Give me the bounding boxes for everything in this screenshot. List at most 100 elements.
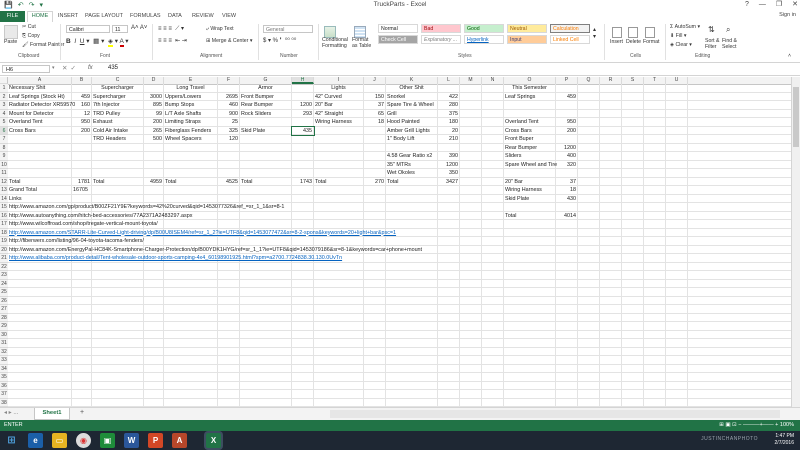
row-header-5[interactable]: 5 (0, 118, 8, 127)
align-horizontal-icons[interactable]: ≡ ≡ ≡ ⇤ ⇥ (158, 37, 187, 44)
row-header-17[interactable]: 17 (0, 220, 8, 229)
autosum-button[interactable]: Σ AutoSum ▾ (670, 24, 700, 30)
tab-review[interactable]: REVIEW (192, 12, 214, 21)
column-header-f[interactable]: F (218, 77, 240, 84)
number-format-select[interactable]: General (263, 25, 313, 33)
column-header-b[interactable]: B (72, 77, 92, 84)
find-select-button[interactable]: Find & Select (722, 38, 742, 50)
ie-icon[interactable]: e (28, 433, 43, 448)
sheet-tab-sheet1[interactable]: Sheet1 (34, 408, 70, 420)
format-cells-icon[interactable] (645, 27, 655, 38)
format-as-table-button[interactable]: Format as Table (352, 37, 374, 49)
format-cells-button[interactable]: Format (643, 39, 659, 45)
row-header-18[interactable]: 18 (0, 228, 8, 237)
row-header-26[interactable]: 26 (0, 296, 8, 305)
windows-start-icon[interactable]: ⊞ (4, 433, 19, 448)
row-header-22[interactable]: 22 (0, 262, 8, 271)
row-header-38[interactable]: 38 (0, 398, 8, 407)
row-header-12[interactable]: 12 (0, 177, 8, 186)
row-header-19[interactable]: 19 (0, 237, 8, 246)
delete-cells-button[interactable]: Delete (626, 39, 641, 45)
column-header-j[interactable]: J (364, 77, 386, 84)
column-header-l[interactable]: L (438, 77, 460, 84)
row-header-33[interactable]: 33 (0, 356, 8, 365)
row-header-31[interactable]: 31 (0, 339, 8, 348)
column-header-t[interactable]: T (644, 77, 666, 84)
column-header-h[interactable]: H (292, 77, 314, 84)
style-linked-cell[interactable]: Linked Cell (550, 35, 590, 44)
minimize-button[interactable]: — (759, 0, 766, 10)
style-calculation[interactable]: Calculation (550, 24, 590, 33)
column-header-q[interactable]: Q (578, 77, 600, 84)
styles-scroll-icon[interactable]: ▴ ▾ (593, 26, 596, 40)
word-icon[interactable]: W (124, 433, 139, 448)
link-4[interactable]: http://www.amazon.com/STARR-Lite-Curved-… (9, 229, 396, 238)
powerpoint-icon[interactable]: P (148, 433, 163, 448)
tab-formulas[interactable]: FORMULAS (130, 12, 161, 21)
close-button[interactable]: ✕ (792, 0, 798, 10)
column-header-p[interactable]: P (556, 77, 578, 84)
font-size-select[interactable]: 11 (112, 25, 128, 33)
row-header-8[interactable]: 8 (0, 143, 8, 152)
row-header-36[interactable]: 36 (0, 381, 8, 390)
vertical-scrollbar[interactable] (791, 77, 800, 407)
row-header-30[interactable]: 30 (0, 330, 8, 339)
sort-filter-button[interactable]: Sort & Filter (705, 38, 723, 50)
column-header-e[interactable]: E (164, 77, 218, 84)
row-header-23[interactable]: 23 (0, 271, 8, 280)
clear-button[interactable]: ◈ Clear ▾ (670, 42, 692, 48)
style-check-cell[interactable]: Check Cell (378, 35, 418, 44)
row-header-13[interactable]: 13 (0, 186, 8, 195)
paste-button[interactable]: Paste (4, 39, 17, 45)
insert-cells-button[interactable]: Insert (610, 39, 623, 45)
row-header-14[interactable]: 14 (0, 194, 8, 203)
row-header-7[interactable]: 7 (0, 135, 8, 144)
column-header-d[interactable]: D (144, 77, 164, 84)
horizontal-scrollbar[interactable] (330, 410, 780, 418)
column-header-m[interactable]: M (460, 77, 482, 84)
store-icon[interactable]: ▣ (100, 433, 115, 448)
chrome-icon[interactable]: ◉ (76, 433, 91, 448)
style-normal[interactable]: Normal (378, 24, 418, 33)
row-header-21[interactable]: 21 (0, 254, 8, 263)
row-header-9[interactable]: 9 (0, 152, 8, 161)
column-header-u[interactable]: U (666, 77, 688, 84)
style-good[interactable]: Good (464, 24, 504, 33)
column-header-g[interactable]: G (240, 77, 292, 84)
formula-cancel-enter-icons[interactable]: ✕✓ (62, 64, 79, 72)
tab-view[interactable]: VIEW (222, 12, 236, 21)
row-header-35[interactable]: 35 (0, 373, 8, 382)
font-style-buttons[interactable]: B I U ▾ ▦ ▾ ◈ ▾ A ▾ (66, 37, 129, 47)
grow-shrink-font-icon[interactable]: A˄ A˅ (131, 25, 147, 31)
insert-function-icon[interactable]: fx (88, 65, 93, 71)
column-header-i[interactable]: I (314, 77, 364, 84)
cut-button[interactable]: ✂ Cut (22, 24, 36, 30)
merge-center-button[interactable]: ⊞ Merge & Center ▾ (206, 38, 252, 44)
row-header-25[interactable]: 25 (0, 288, 8, 297)
acrobat-icon[interactable]: A (172, 433, 187, 448)
sort-filter-icon[interactable]: ⇅ (708, 25, 715, 34)
paste-icon[interactable] (4, 25, 18, 39)
row-header-27[interactable]: 27 (0, 305, 8, 314)
row-header-15[interactable]: 15 (0, 203, 8, 212)
name-box[interactable]: H6 (2, 65, 50, 73)
column-header-c[interactable]: C (92, 77, 144, 84)
tab-file[interactable]: FILE (0, 11, 25, 22)
row-header-6[interactable]: 6 (0, 126, 8, 135)
row-header-37[interactable]: 37 (0, 390, 8, 399)
row-header-2[interactable]: 2 (0, 92, 8, 101)
restore-button[interactable]: ❐ (776, 0, 782, 10)
row-header-1[interactable]: 1 (0, 84, 8, 93)
column-header-a[interactable]: A (8, 77, 72, 84)
excel-icon[interactable]: X (206, 433, 221, 448)
find-select-icon[interactable]: ⌕ (726, 25, 730, 35)
column-header-o[interactable]: O (504, 77, 556, 84)
row-header-29[interactable]: 29 (0, 322, 8, 331)
selected-cell-h6[interactable] (291, 125, 315, 136)
style-neutral[interactable]: Neutral (507, 24, 547, 33)
tab-insert[interactable]: INSERT (58, 12, 78, 21)
row-header-32[interactable]: 32 (0, 347, 8, 356)
name-box-dropdown-icon[interactable]: ▾ (52, 65, 55, 71)
vertical-scroll-thumb[interactable] (793, 87, 799, 147)
style-explanatory[interactable]: Explanatory ... (421, 35, 461, 44)
